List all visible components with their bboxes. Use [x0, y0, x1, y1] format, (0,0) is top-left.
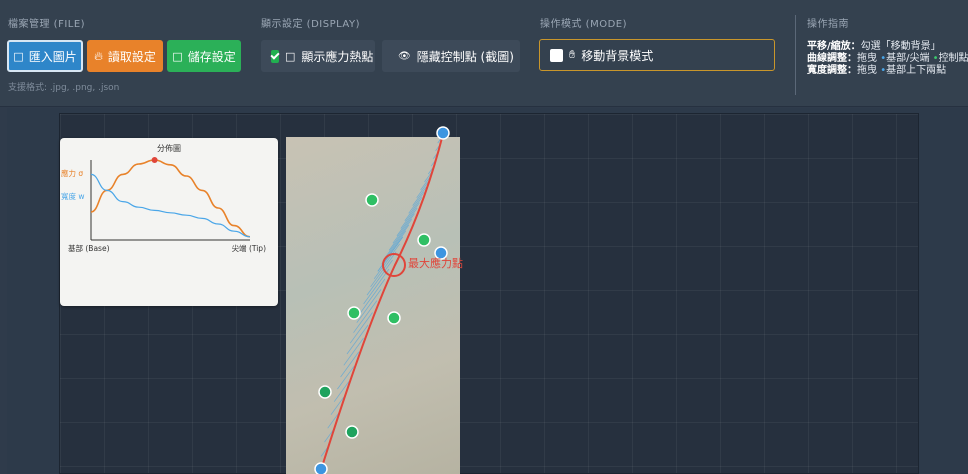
specimen-image — [286, 137, 460, 474]
chart-xlabel-base: 基部 (Base) — [68, 243, 110, 253]
stress-series-line — [90, 159, 251, 238]
control-toolbar: 檔案管理 (FILE) □ 匯入圖片 🔥︎ 讀取設定 □ 儲存設定 支援格式: … — [0, 0, 968, 107]
mode-group-label: 操作模式 (MODE) — [540, 19, 627, 30]
width-series-label: 寬度 w — [61, 191, 85, 201]
curve-control-point-3[interactable] — [347, 306, 361, 320]
save-icon: □ — [172, 49, 183, 63]
display-group-label: 顯示設定 (DISPLAY) — [261, 19, 360, 30]
curve-control-point-1[interactable] — [365, 193, 379, 207]
curve-control-point-6[interactable] — [345, 425, 359, 439]
chart-xlabel-tip: 尖端 (Tip) — [232, 243, 267, 253]
tip-control-point[interactable] — [436, 126, 450, 140]
distribution-chart-svg: 分佈圖 應力 σ 寬度 w 基部 (Base) 尖端 (Tip) — [61, 143, 267, 253]
stress-series-label: 應力 σ — [61, 168, 83, 178]
move-background-checkbox[interactable] — [550, 48, 563, 62]
base-control-point[interactable] — [314, 462, 328, 474]
move-background-toggle[interactable]: ✋︎ 移動背景模式 — [539, 39, 775, 71]
heatmap-checkbox[interactable] — [271, 49, 279, 63]
curve-control-point-2[interactable] — [417, 233, 431, 247]
distribution-chart: 分佈圖 應力 σ 寬度 w 基部 (Base) 尖端 (Tip) — [60, 138, 278, 306]
supported-formats-text: 支援格式: .jpg, .png, .json — [8, 83, 120, 93]
chart-title: 分佈圖 — [157, 143, 181, 153]
curve-control-point-4[interactable] — [387, 311, 401, 325]
operation-guide: 平移/縮放：勾選「移動背景」 曲線調整：拖曳 •基部/尖端 •控制點 寬度調整：… — [807, 41, 968, 77]
eye-icon: 👁︎ — [398, 50, 411, 62]
curve-control-point-5[interactable] — [318, 385, 332, 399]
guide-group-label: 操作指南 — [807, 19, 849, 30]
import-image-button[interactable]: □ 匯入圖片 — [7, 40, 83, 72]
toolbar-divider — [795, 15, 796, 95]
file-group-label: 檔案管理 (FILE) — [8, 19, 86, 30]
heatmap-icon: □ — [285, 49, 296, 63]
image-icon: □ — [13, 49, 24, 63]
load-settings-button[interactable]: 🔥︎ 讀取設定 — [87, 40, 163, 72]
guide-line-curve: 曲線調整：拖曳 •基部/尖端 •控制點 — [807, 53, 968, 64]
max-stress-label: 最大應力點 — [408, 257, 463, 270]
save-settings-button[interactable]: □ 儲存設定 — [167, 40, 241, 72]
guide-line-pan: 平移/縮放：勾選「移動背景」 — [807, 41, 941, 52]
hide-points-toggle[interactable]: 👁︎ 隱藏控制點 (截圖) — [382, 40, 520, 72]
heatmap-toggle[interactable]: □ 顯示應力熱點 — [261, 40, 375, 72]
guide-line-width: 寬度調整：拖曳 •基部上下兩點 — [807, 65, 947, 76]
fire-icon: 🔥︎ — [94, 48, 103, 63]
stress-peak-point — [151, 157, 158, 163]
hand-icon: ✋︎ — [569, 48, 576, 61]
